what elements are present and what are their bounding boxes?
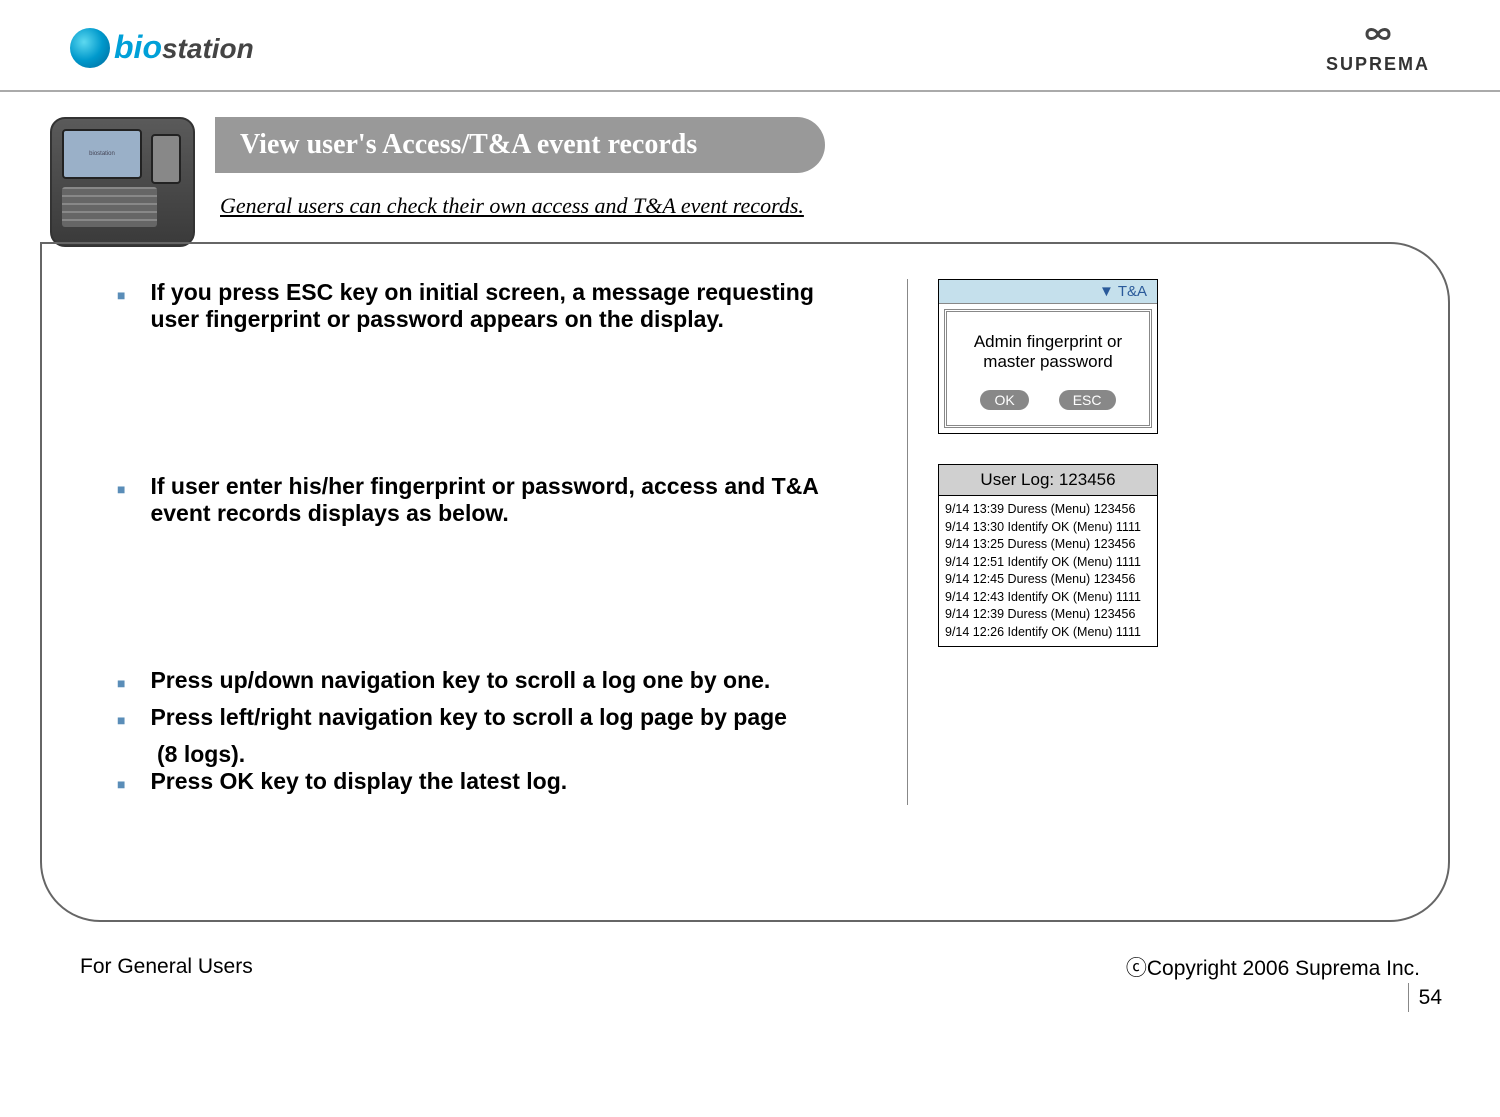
bullet-marker-icon: ■ [117,776,125,792]
log-row: 9/14 12:45 Duress (Menu) 123456 [945,571,1151,589]
prompt-message: Admin fingerprint or master password [957,332,1139,372]
bullet-5: ■ Press OK key to display the latest log… [117,768,857,795]
biostation-logo: biostation [70,28,254,68]
prompt-screen: ▼ T&A Admin fingerprint or master passwo… [938,279,1158,434]
log-screen-title: User Log: 123456 [939,465,1157,496]
bullet-2-text: If user enter his/her fingerprint or pas… [150,473,857,527]
bullet-5-text: Press OK key to display the latest log. [150,768,567,795]
bullet-3: ■ Press up/down navigation key to scroll… [117,667,857,694]
infinity-icon [1326,20,1430,54]
bullet-4-text: Press left/right navigation key to scrol… [150,704,787,731]
bullet-1-text: If you press ESC key on initial screen, … [150,279,857,333]
bullet-marker-icon: ■ [117,481,125,497]
triangle-down-icon: ▼ [1099,283,1114,300]
bullet-marker-icon: ■ [117,287,125,303]
suprema-text: SUPREMA [1326,54,1430,75]
page-footer: For General Users ⓒCopyright 2006 Suprem… [0,952,1500,982]
bullet-1: ■ If you press ESC key on initial screen… [117,279,857,333]
log-row: 9/14 12:43 Identify OK (Menu) 1111 [945,589,1151,607]
log-body: 9/14 13:39 Duress (Menu) 123456 9/14 13:… [939,496,1157,646]
swirl-icon [70,28,110,68]
esc-button[interactable]: ESC [1059,390,1116,410]
right-column: ▼ T&A Admin fingerprint or master passwo… [907,279,1167,805]
footer-right: ⓒCopyright 2006 Suprema Inc. [1126,952,1420,982]
ok-button[interactable]: OK [980,390,1028,410]
log-row: 9/14 12:39 Duress (Menu) 123456 [945,606,1151,624]
suprema-logo: SUPREMA [1326,20,1430,75]
thumb-screen: biostation [62,129,142,179]
title-section: biostation View user's Access/T&A event … [50,117,1500,247]
bullet-marker-icon: ■ [117,675,125,691]
bullet-3-text: Press up/down navigation key to scroll a… [150,667,770,694]
log-row: 9/14 13:39 Duress (Menu) 123456 [945,501,1151,519]
bullet-2: ■ If user enter his/her fingerprint or p… [117,473,857,527]
log-row: 9/14 12:51 Identify OK (Menu) 1111 [945,554,1151,572]
prompt-screen-header: ▼ T&A [939,280,1157,304]
thumb-sensor [151,134,181,184]
page-subtitle: General users can check their own access… [220,193,825,219]
page-header: biostation SUPREMA [0,0,1500,92]
thumb-keys [62,187,157,227]
left-column: ■ If you press ESC key on initial screen… [117,279,857,805]
log-row: 9/14 12:26 Identify OK (Menu) 1111 [945,624,1151,642]
bullet-4: ■ Press left/right navigation key to scr… [117,704,857,731]
footer-left: For General Users [80,955,253,979]
bullet-marker-icon: ■ [117,712,125,728]
log-screen: User Log: 123456 9/14 13:39 Duress (Menu… [938,464,1158,647]
ta-label: T&A [1118,283,1147,300]
bullet-4-continuation: (8 logs). [157,741,857,768]
log-row: 9/14 13:30 Identify OK (Menu) 1111 [945,519,1151,537]
page-number: 54 [1408,983,1442,1012]
device-thumbnail: biostation [50,117,195,247]
content-box: ■ If you press ESC key on initial screen… [40,242,1450,922]
page-title: View user's Access/T&A event records [215,117,825,173]
log-row: 9/14 13:25 Duress (Menu) 123456 [945,536,1151,554]
